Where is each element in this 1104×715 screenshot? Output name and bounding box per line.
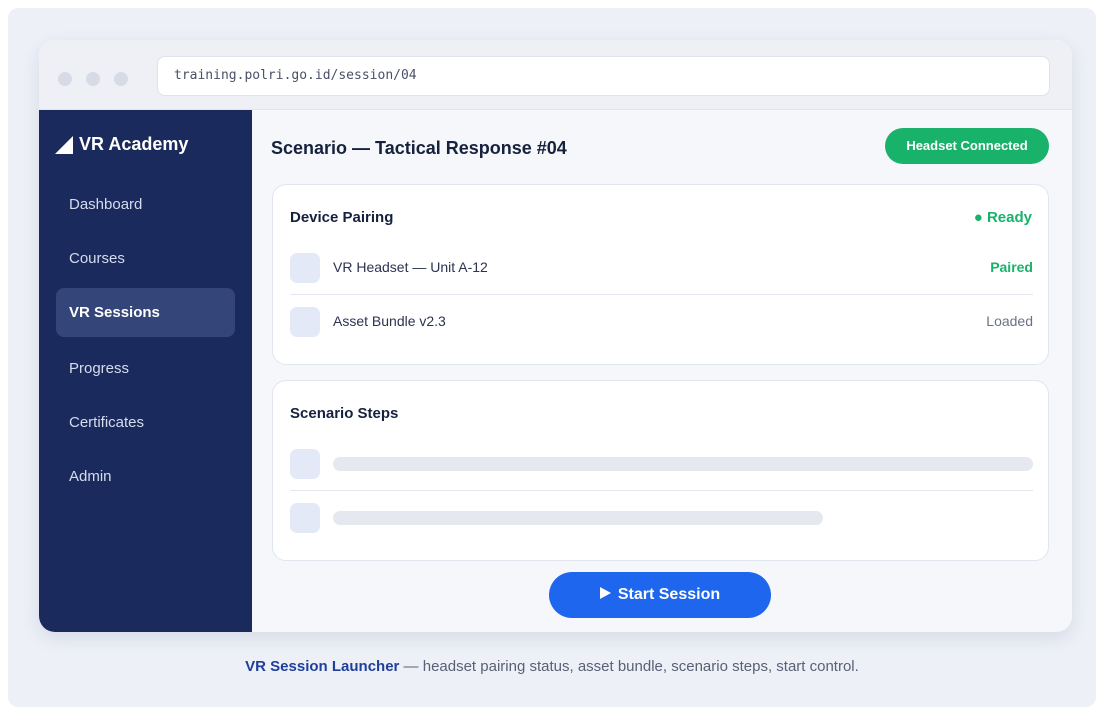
package-icon	[290, 307, 320, 337]
headset-icon	[290, 253, 320, 283]
caption-strong: VR Session Launcher	[245, 658, 400, 675]
status-badge: Headset Connected	[885, 128, 1049, 164]
window-maximize-dot[interactable]	[114, 72, 128, 86]
caption-text: — headset pairing status, asset bundle, …	[399, 658, 859, 675]
row-status: Paired	[990, 259, 1033, 275]
brand-name: VR Academy	[79, 134, 189, 154]
ready-status: ● Ready	[973, 209, 1032, 226]
brand: VR Academy	[55, 134, 188, 155]
scenario-steps-card: Scenario Steps	[272, 380, 1049, 561]
browser-window: training.polri.go.id/session/04 VR Acade…	[39, 40, 1072, 632]
card-title: Device Pairing	[290, 209, 394, 226]
list-item: Asset Bundle v2.3 Loaded	[290, 295, 1033, 349]
sidebar-item-courses[interactable]: Courses	[56, 234, 235, 283]
step-icon	[290, 503, 320, 533]
step-icon	[290, 449, 320, 479]
row-label: VR Headset — Unit A-12	[333, 259, 488, 275]
list-item	[290, 437, 1033, 491]
list-item: VR Headset — Unit A-12 Paired	[290, 241, 1033, 295]
window-minimize-dot[interactable]	[86, 72, 100, 86]
sidebar-item-progress[interactable]: Progress	[56, 344, 235, 393]
card-title: Scenario Steps	[290, 405, 399, 422]
sidebar-item-admin[interactable]: Admin	[56, 452, 235, 501]
sidebar: VR Academy Dashboard Courses VR Sessions…	[39, 110, 252, 632]
list-item	[290, 491, 1033, 545]
device-pairing-card: Device Pairing ● Ready VR Headset — Unit…	[272, 184, 1049, 365]
address-bar[interactable]: training.polri.go.id/session/04	[157, 56, 1050, 96]
browser-titlebar: training.polri.go.id/session/04	[39, 40, 1072, 110]
play-icon	[599, 587, 611, 599]
logo-triangle-icon	[55, 135, 73, 154]
row-label: Asset Bundle v2.3	[333, 313, 446, 329]
caption: VR Session Launcher — headset pairing st…	[0, 658, 1104, 675]
start-session-button[interactable]: Start Session	[549, 572, 771, 618]
start-session-label: Start Session	[617, 586, 721, 603]
skeleton-line	[333, 457, 1033, 471]
page-title: Scenario — Tactical Response #04	[271, 138, 567, 158]
sidebar-item-vr-sessions[interactable]: VR Sessions	[56, 288, 235, 337]
row-status: Loaded	[986, 313, 1033, 329]
skeleton-line	[333, 511, 823, 525]
sidebar-item-dashboard[interactable]: Dashboard	[56, 180, 235, 229]
window-close-dot[interactable]	[58, 72, 72, 86]
main-content: Scenario — Tactical Response #04 Headset…	[252, 110, 1072, 632]
sidebar-item-certificates[interactable]: Certificates	[56, 398, 235, 447]
